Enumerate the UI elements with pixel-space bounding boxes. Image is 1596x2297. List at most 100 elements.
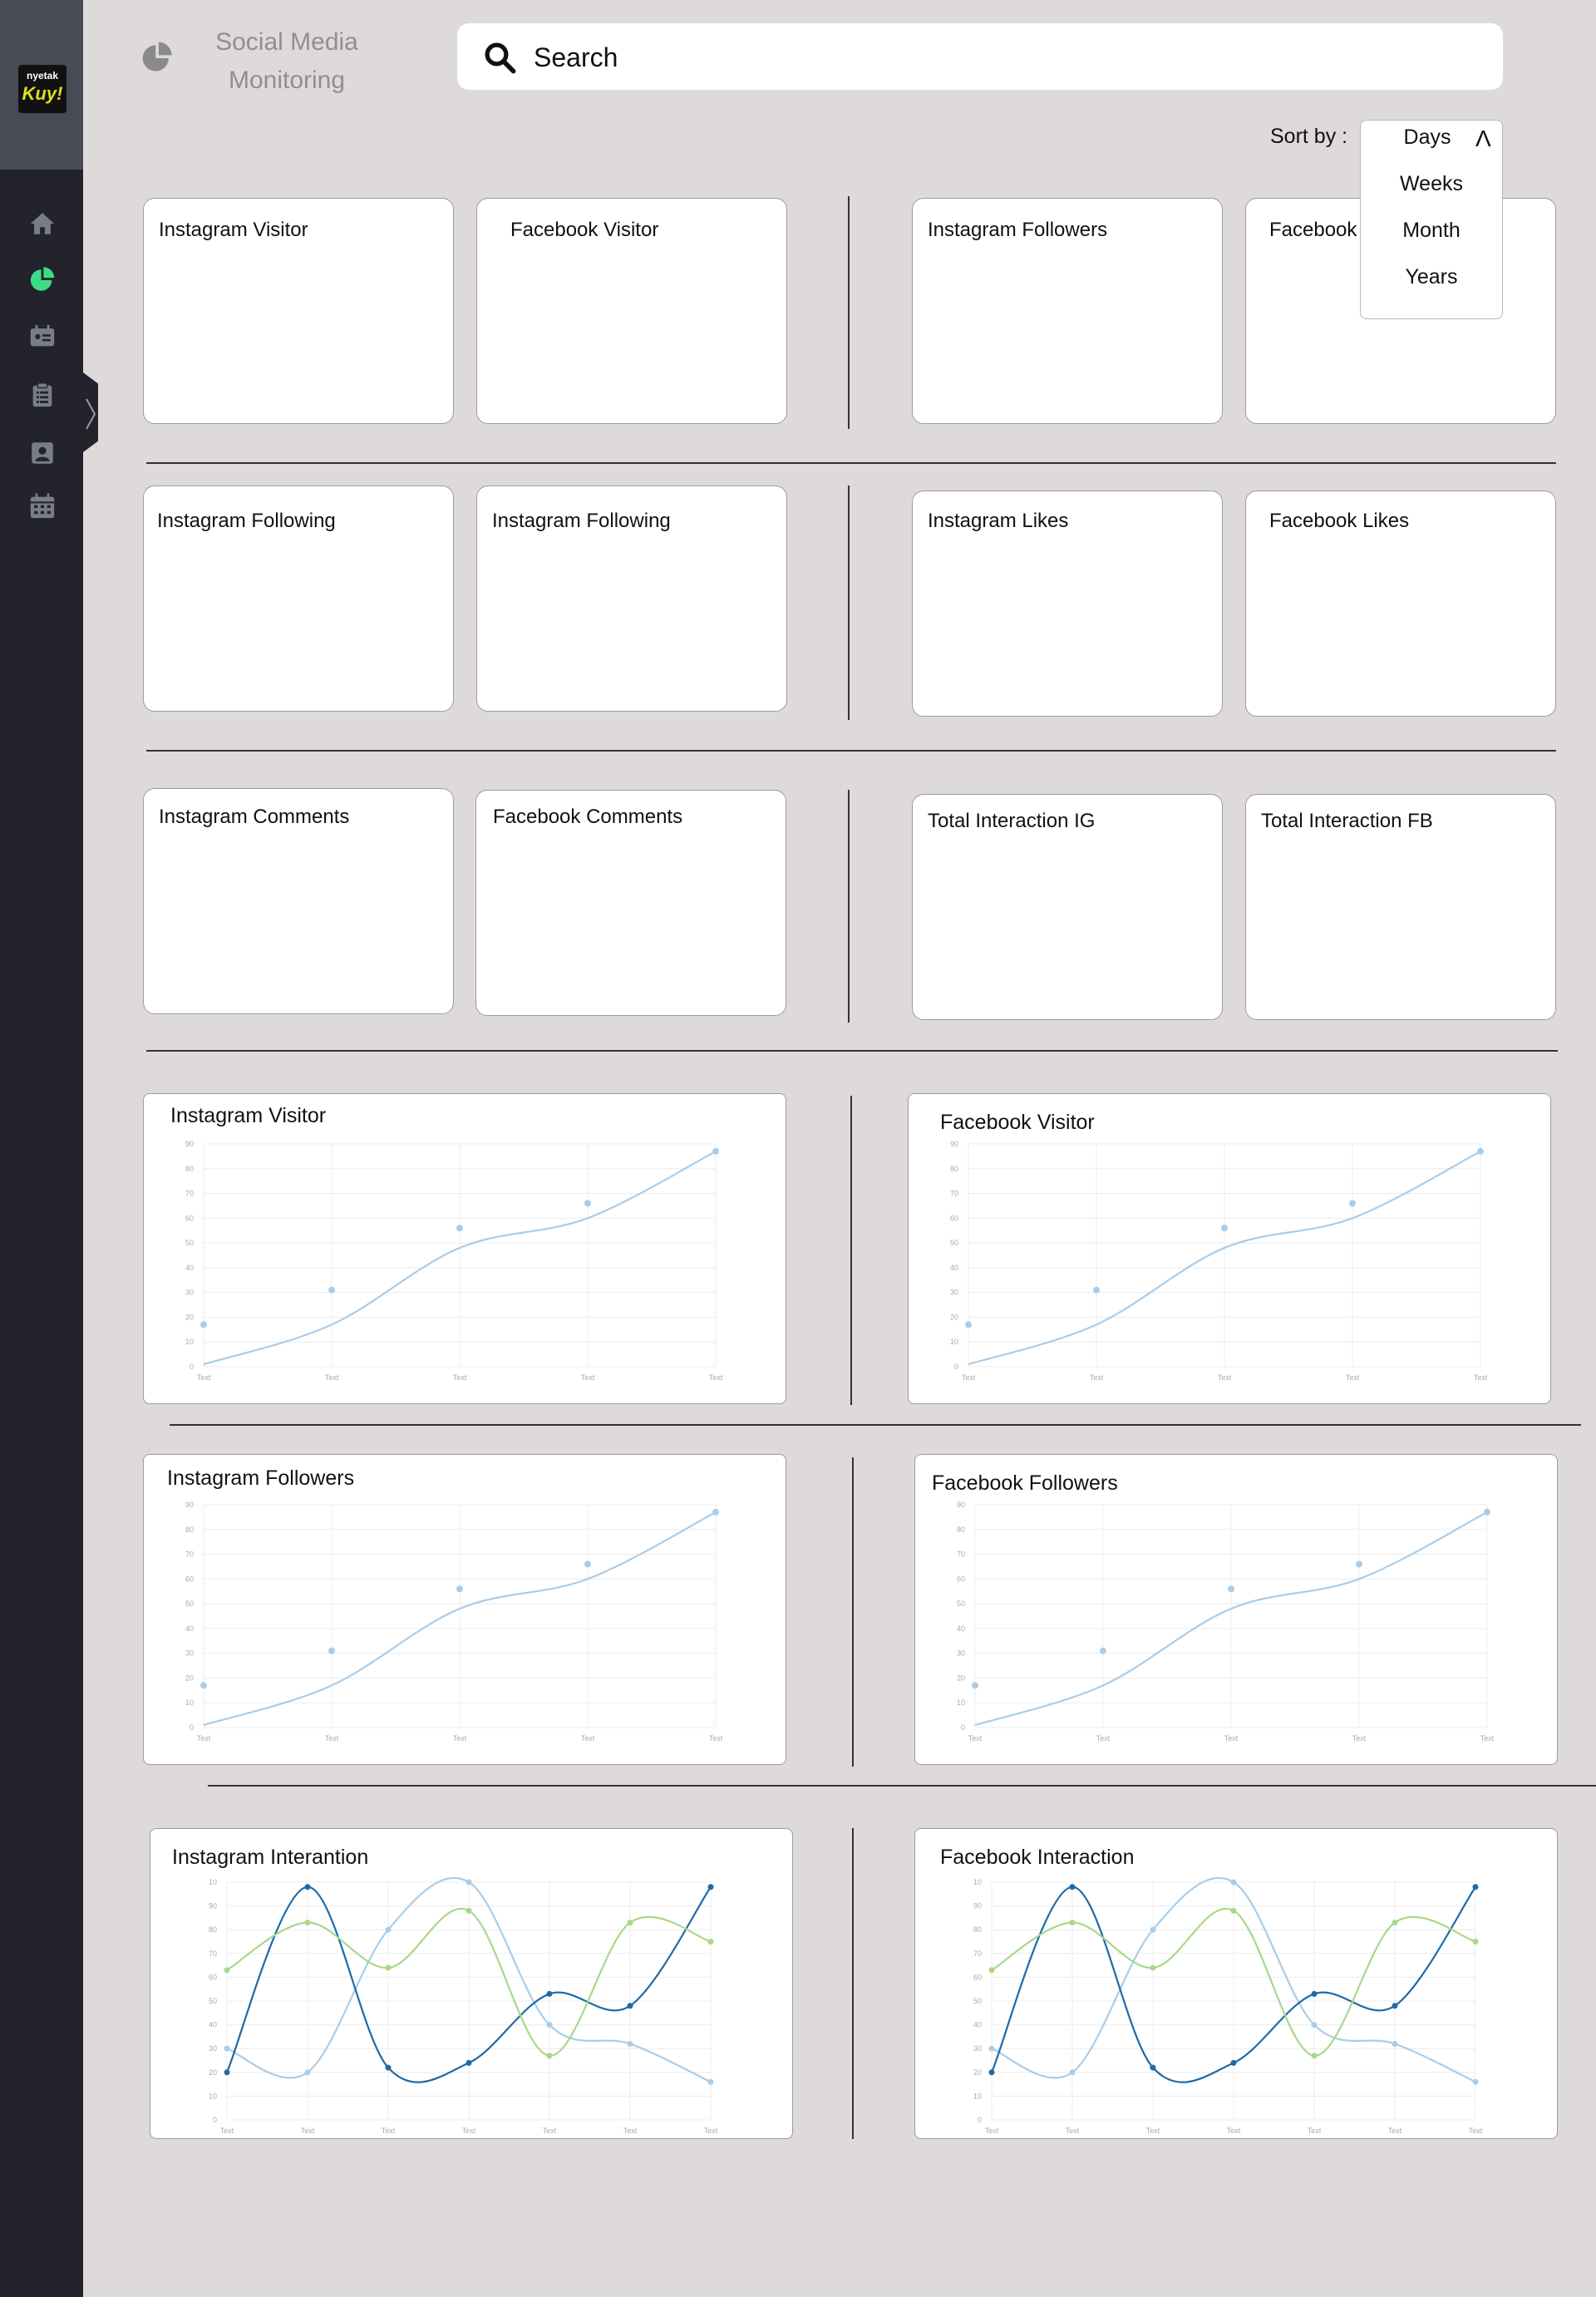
pie-chart-icon (142, 42, 172, 71)
y-tick-label: 60 (185, 1214, 194, 1222)
y-tick-label: 80 (973, 1925, 982, 1934)
card-title: Instagram Comments (159, 806, 350, 828)
data-point (1472, 2078, 1479, 2085)
sort-option-weeks[interactable]: Weeks (1361, 172, 1502, 196)
y-tick-label: 60 (185, 1575, 194, 1583)
data-point (1311, 2022, 1318, 2028)
sort-option-years[interactable]: Years (1361, 265, 1502, 289)
data-point (1069, 2069, 1076, 2076)
sidebar-collapse-toggle[interactable] (83, 372, 98, 452)
x-tick-label: Text (1480, 1734, 1495, 1742)
stat-card-instagram-comments[interactable]: Instagram Comments (143, 788, 454, 1014)
search-icon[interactable] (482, 40, 517, 75)
y-tick-label: 50 (957, 1600, 965, 1608)
data-point (385, 2064, 392, 2071)
card-title: Facebook (1269, 219, 1357, 241)
x-tick-label: Text (1090, 1373, 1104, 1382)
y-tick-label: 50 (185, 1600, 194, 1608)
data-point (328, 1286, 335, 1294)
line-chart: 0 10 20 30 40 50 60 70 80 90 10 Text Text Text Text Tex… (209, 1876, 718, 2135)
y-tick-label: 20 (185, 1313, 194, 1321)
sort-option-month[interactable]: Month (1361, 219, 1502, 243)
stat-card-instagram-followers[interactable]: Instagram Followers (912, 198, 1223, 424)
x-tick-label: Text (1346, 1373, 1360, 1382)
x-tick-label: Text (1096, 1734, 1111, 1742)
data-point (707, 1884, 714, 1890)
y-tick-label: 40 (973, 2021, 982, 2029)
logo-text-bottom: Kuy! (22, 83, 63, 104)
stat-card-total-interaction-fb[interactable]: Total Interaction FB (1245, 794, 1556, 1020)
sidebar-item-tasks[interactable] (27, 379, 58, 411)
data-point (466, 1879, 472, 1885)
pie-chart-icon (30, 267, 55, 291)
x-tick-label: Text (453, 1373, 467, 1382)
card-title: Instagram Following (492, 510, 671, 532)
data-point (200, 1682, 207, 1689)
y-tick-label: 10 (185, 1698, 194, 1707)
contact-icon (32, 442, 53, 464)
chart-card-facebook-followers[interactable]: Facebook Followers 0 10 20 30 40 50 60 70 80 90 Te… (914, 1454, 1558, 1765)
sidebar-item-contacts[interactable] (27, 437, 58, 469)
chart-card-facebook-visitor[interactable]: Facebook Visitor 0 10 20 30 40 50 60 70 80 90 Text… (908, 1093, 1551, 1404)
caret-up-icon[interactable]: Λ (1475, 126, 1491, 152)
stat-card-instagram-following[interactable]: Instagram Following (143, 486, 454, 712)
data-point (1392, 2003, 1398, 2009)
stat-card-instagram-visitor[interactable]: Instagram Visitor (143, 198, 454, 424)
chart-card-instagram-interaction[interactable]: Instagram Interantion 0 10 20 30 40 50 60 70 80 9… (150, 1828, 793, 2139)
chart-card-instagram-visitor[interactable]: Instagram Visitor 0 10 20 30 40 50 60 70 80 90 Tex… (143, 1093, 786, 1404)
y-tick-label: 30 (957, 1649, 965, 1658)
sidebar-item-id[interactable] (27, 321, 58, 352)
stat-card-instagram-following-2[interactable]: Instagram Following (476, 486, 787, 712)
chart-card-facebook-interaction[interactable]: Facebook Interaction 0 10 20 30 40 50 60 70 80 90… (914, 1828, 1558, 2139)
x-tick-label: Text (962, 1373, 976, 1382)
y-tick-label: 50 (185, 1239, 194, 1247)
x-tick-label: Text (453, 1734, 467, 1742)
data-point (456, 1585, 463, 1593)
brand-logo[interactable]: nyetak Kuy! (18, 65, 66, 113)
sidebar-item-home[interactable] (27, 208, 58, 239)
divider (146, 750, 1556, 752)
data-point (1230, 1907, 1237, 1914)
y-tick-label: 90 (950, 1140, 958, 1148)
stat-card-facebook-visitor[interactable]: Facebook Visitor (476, 198, 787, 424)
data-point (707, 1939, 714, 1945)
x-tick-label: Text (623, 2127, 638, 2135)
y-tick-label: 60 (950, 1214, 958, 1222)
data-point (584, 1560, 591, 1568)
sidebar: nyetak Kuy! (0, 0, 83, 2297)
chart-card-instagram-followers[interactable]: Instagram Followers 0 10 20 30 40 50 60 70 80 90 T… (143, 1454, 786, 1765)
sidebar-item-analytics[interactable] (27, 264, 58, 296)
data-point (1356, 1560, 1362, 1568)
sidebar-logo-area: nyetak Kuy! (0, 0, 83, 170)
data-point (988, 2045, 995, 2052)
data-point (1093, 1286, 1100, 1294)
x-tick-label: Text (581, 1734, 595, 1742)
data-point (224, 2045, 230, 2052)
y-tick-label: 40 (957, 1624, 965, 1633)
x-tick-label: Text (197, 1373, 211, 1382)
divider (850, 1096, 852, 1405)
y-tick-label: 20 (957, 1673, 965, 1682)
y-tick-label: 80 (185, 1165, 194, 1173)
sidebar-item-calendar[interactable] (27, 490, 58, 522)
stat-card-facebook-likes[interactable]: Facebook Likes (1245, 490, 1556, 717)
data-point (1228, 1585, 1234, 1593)
sort-dropdown[interactable]: Days Λ Weeks Month Years (1360, 120, 1503, 319)
stat-card-instagram-likes[interactable]: Instagram Likes (912, 490, 1223, 717)
x-tick-label: Text (220, 2127, 234, 2135)
x-tick-label: Text (325, 1734, 339, 1742)
card-title: Instagram Following (157, 510, 336, 532)
stat-card-facebook-comments[interactable]: Facebook Comments (475, 790, 786, 1016)
data-point (385, 1964, 392, 1971)
search-input[interactable] (532, 32, 1483, 83)
x-tick-label: Text (1474, 1373, 1488, 1382)
stat-card-total-interaction-ig[interactable]: Total Interaction IG (912, 794, 1223, 1020)
y-tick-label: 60 (957, 1575, 965, 1583)
x-tick-label: Text (1218, 1373, 1232, 1382)
id-card-icon (30, 324, 55, 347)
x-tick-label: Text (1308, 2127, 1322, 2135)
sort-option-days[interactable]: Days (1361, 126, 1494, 150)
y-tick-label: 70 (185, 1190, 194, 1198)
data-point (304, 1920, 311, 1926)
y-tick-label: 30 (185, 1289, 194, 1297)
